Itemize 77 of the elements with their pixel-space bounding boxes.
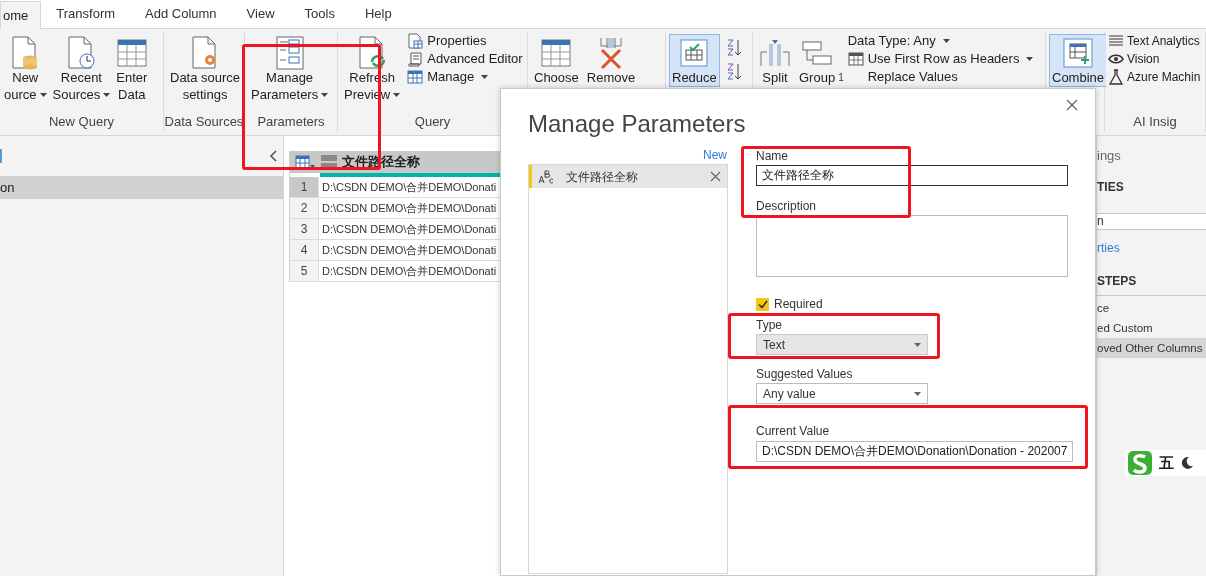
section-heading: STEPS	[1097, 273, 1138, 289]
document-clock-icon	[66, 35, 97, 70]
ribbon-tab[interactable]: Add Column	[130, 0, 232, 28]
close-button[interactable]	[1064, 97, 1080, 113]
row-number[interactable]: 1	[290, 177, 319, 197]
current-value-label: Current Value	[756, 424, 831, 438]
combine-icon	[1063, 37, 1093, 68]
group-label: Query	[413, 113, 452, 131]
collapse-icon[interactable]	[269, 150, 277, 162]
sort-descending-icon[interactable]	[725, 62, 742, 82]
required-checkbox[interactable]	[756, 297, 769, 311]
ribbon-button[interactable]: Azure Machin	[1106, 68, 1203, 86]
sort-ascending-icon[interactable]	[725, 38, 742, 58]
name-field[interactable]: 文件路径全称	[756, 165, 1068, 186]
table-cell-text: D:\CSDN DEMO\合并DEMO\Donati	[321, 222, 497, 237]
name-field[interactable]: n	[1097, 213, 1206, 230]
table-cell-text: D:\CSDN DEMO\合并DEMO\Donati	[321, 243, 497, 258]
group-label: AI Insig	[1132, 113, 1178, 131]
parameter-name: 文件路径全称	[566, 168, 639, 186]
ribbon-tab[interactable]: Transform	[41, 0, 131, 28]
type-label: Type	[756, 318, 783, 332]
lines-icon	[1108, 33, 1124, 49]
table-cell-text: D:\CSDN DEMO\合并DEMO\Donati	[321, 201, 497, 216]
properties-link[interactable]: rties	[1097, 240, 1206, 256]
row-number[interactable]: 4	[290, 240, 319, 260]
applied-step[interactable]: ed Custom	[1097, 318, 1206, 338]
applied-step[interactable]: oved Other Columns	[1097, 338, 1206, 358]
ribbon-tab[interactable]: Help	[349, 0, 407, 28]
moon-icon[interactable]	[1180, 456, 1194, 470]
applied-step[interactable]: ce	[1097, 298, 1206, 318]
table-icon	[407, 69, 424, 85]
row-number[interactable]: 2	[290, 198, 319, 218]
table-check-icon	[679, 37, 710, 68]
group-label: Data Sources	[164, 113, 244, 131]
dropdown[interactable]: Text	[756, 334, 928, 355]
selection-mark	[0, 149, 2, 163]
scroll-icon	[407, 51, 424, 67]
ribbon-button[interactable]: Advanced Editor	[405, 50, 525, 68]
text-type-icon	[538, 169, 554, 184]
group-label: Parameters	[256, 113, 326, 131]
table-icon	[116, 37, 147, 68]
group-label: New Query	[48, 113, 115, 131]
description-label: Description	[756, 199, 818, 213]
name-label: Name	[756, 149, 789, 163]
ribbon-button[interactable]: Text Analytics	[1106, 32, 1203, 50]
new-link[interactable]: New	[703, 147, 728, 164]
parameter-item[interactable]: 文件路径全称	[529, 165, 727, 188]
dialog-title: Manage Parameters	[528, 109, 747, 139]
ribbon-tab[interactable]: View	[231, 0, 290, 28]
table-icon	[847, 51, 864, 67]
query-item[interactable]: on	[0, 176, 283, 199]
flask-icon	[1108, 69, 1124, 85]
dropdown[interactable]: Any value	[756, 383, 928, 404]
table-icon	[541, 37, 572, 68]
caret-icon	[914, 391, 921, 396]
footnote-marker: 1	[838, 71, 844, 85]
section-heading: TIES	[1097, 179, 1125, 195]
table-cell-text: D:\CSDN DEMO\合并DEMO\Donati	[321, 180, 497, 195]
table-menu-icon[interactable]	[295, 155, 315, 169]
pane-title: ings	[1097, 148, 1122, 164]
ribbon-button[interactable]: Use First Row as Headers	[845, 50, 1036, 68]
ribbon-button[interactable]: Combine	[1049, 34, 1108, 87]
description-field[interactable]	[756, 215, 1068, 277]
ime-mode[interactable]: 五	[1159, 451, 1174, 475]
row-number[interactable]: 5	[290, 261, 319, 281]
suggested-values-label: Suggested Values	[756, 367, 854, 381]
table-cell-text: D:\CSDN DEMO\合并DEMO\Donati	[321, 264, 497, 279]
caret-icon	[914, 342, 921, 347]
properties-icon	[407, 33, 424, 49]
ribbon-tab[interactable]: Tools	[289, 0, 350, 28]
row-number[interactable]: 3	[290, 219, 319, 239]
required-label: Required	[774, 297, 823, 311]
ribbon-button[interactable]: Reduce	[669, 34, 720, 87]
check-icon	[757, 299, 768, 309]
current-value-field[interactable]: D:\CSDN DEMO\合并DEMO\Donation\Donation - 202007	[756, 441, 1074, 462]
ribbon-tab[interactable]: ome	[0, 1, 42, 29]
delete-icon[interactable]	[710, 171, 721, 182]
